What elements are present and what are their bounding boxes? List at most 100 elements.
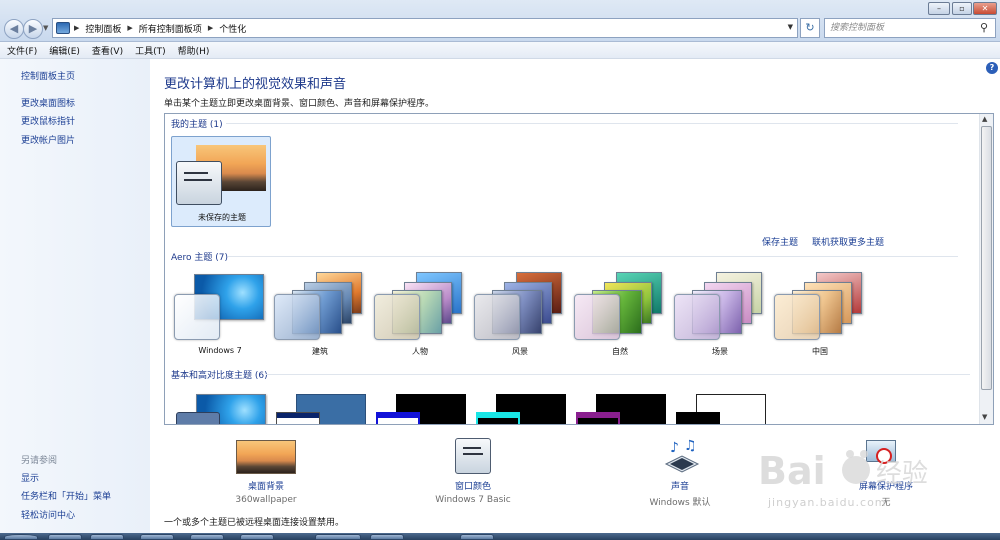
theme-high-contrast-1[interactable] (374, 392, 468, 424)
wallpaper-thumbnail-icon (236, 440, 296, 474)
taskbar-item[interactable] (240, 534, 274, 540)
svg-text:♫: ♫ (684, 438, 697, 454)
scroll-down-icon[interactable]: ▼ (982, 413, 987, 421)
theme-preview-window (374, 294, 420, 340)
save-theme-link[interactable]: 保存主题 (762, 235, 798, 248)
theme-label: 自然 (612, 347, 628, 356)
divider (228, 256, 958, 257)
start-button[interactable] (4, 534, 38, 540)
breadcrumb-personalization[interactable]: 个性化 (219, 22, 246, 35)
page-description: 单击某个主题立即更改桌面背景、窗口颜色、声音和屏幕保护程序。 (164, 99, 435, 109)
breadcrumb-control-panel[interactable]: 控制面板 (85, 22, 121, 35)
taskbar-item[interactable] (140, 534, 174, 540)
change-desktop-icons-link[interactable]: 更改桌面图标 (21, 96, 75, 109)
control-panel-home-link[interactable]: 控制面板主页 (21, 69, 75, 82)
desktop-background-value: 360wallpaper (235, 495, 297, 505)
window-color-button[interactable] (455, 438, 491, 474)
theme-unsaved[interactable]: 未保存的主题 (171, 136, 271, 227)
window-color-link[interactable]: 窗口颜色 (413, 479, 533, 492)
my-themes-header: 我的主题 (1) (171, 120, 223, 130)
theme-basic-windows7[interactable] (174, 392, 268, 424)
theme-high-contrast-2[interactable] (474, 392, 568, 424)
ease-of-access-link[interactable]: 轻松访问中心 (21, 508, 75, 521)
svg-text:♪: ♪ (670, 440, 679, 456)
display-link[interactable]: 显示 (21, 471, 39, 484)
left-pane (0, 59, 150, 540)
menu-help[interactable]: 帮助(H) (178, 44, 210, 57)
scroll-thumb[interactable] (981, 126, 992, 390)
theme-preview-window (574, 294, 620, 340)
get-more-themes-link[interactable]: 联机获取更多主题 (812, 235, 884, 248)
scroll-up-icon[interactable]: ▲ (982, 115, 987, 123)
see-also-heading: 另请参阅 (21, 456, 58, 466)
window-color-value: Windows 7 Basic (435, 495, 511, 505)
theme-characters[interactable]: 人物 (372, 272, 468, 358)
back-arrow-icon: ◀ (9, 22, 19, 35)
remote-desktop-notice: 一个或多个主题已被远程桌面连接设置禁用。 (164, 518, 345, 528)
taskbar-item[interactable] (90, 534, 124, 540)
theme-high-contrast-white[interactable] (674, 392, 768, 424)
taskbar-item[interactable] (190, 534, 224, 540)
menu-file[interactable]: 文件(F) (7, 44, 37, 57)
sounds-icon: ♪ ♫ (664, 438, 700, 473)
breadcrumb-separator-icon[interactable]: ▶ (127, 24, 132, 32)
theme-nature[interactable]: 自然 (572, 272, 668, 358)
theme-preview-window (274, 294, 320, 340)
taskbar (0, 533, 1000, 540)
search-input[interactable] (824, 18, 996, 38)
close-button[interactable]: ✕ (973, 2, 997, 15)
sounds-button[interactable]: ♪ ♫ (662, 438, 700, 476)
menu-tools[interactable]: 工具(T) (135, 44, 166, 57)
baidu-watermark-logo: Bai 经验 (758, 449, 928, 493)
sounds-link[interactable]: 声音 (620, 479, 740, 492)
menu-edit[interactable]: 编辑(E) (49, 44, 80, 57)
theme-preview-window (774, 294, 820, 340)
aero-themes-header: Aero 主题 (7) (171, 253, 229, 263)
maximize-button[interactable]: ▫ (952, 2, 972, 15)
desktop-background-button[interactable] (236, 440, 296, 474)
taskbar-item[interactable] (315, 534, 361, 540)
theme-high-contrast-black[interactable] (574, 392, 668, 424)
taskbar-item[interactable] (460, 534, 494, 540)
basic-themes-header: 基本和高对比度主题 (6) (171, 371, 268, 381)
theme-landscapes[interactable]: 风景 (472, 272, 568, 358)
theme-scenes[interactable]: 场景 (672, 272, 768, 358)
theme-architecture[interactable]: 建筑 (272, 272, 368, 358)
minimize-button[interactable]: – (928, 2, 950, 15)
address-bar[interactable]: ▶ 控制面板 ▶ 所有控制面板项 ▶ 个性化 ▼ (52, 18, 798, 38)
breadcrumb-separator-icon[interactable]: ▶ (74, 24, 79, 32)
taskbar-item[interactable] (48, 534, 82, 540)
address-dropdown-icon[interactable]: ▼ (788, 23, 793, 31)
theme-windows7[interactable]: Windows 7 (172, 272, 268, 358)
desktop-background-link[interactable]: 桌面背景 (206, 479, 326, 492)
window-color-icon (455, 438, 491, 474)
breadcrumb-separator-icon[interactable]: ▶ (208, 24, 213, 32)
help-icon[interactable]: ? (986, 62, 998, 74)
sounds-value: Windows 默认 (649, 498, 711, 508)
theme-gallery-scrollbar[interactable]: ▲ ▼ (979, 114, 993, 424)
page-title: 更改计算机上的视觉效果和声音 (164, 77, 347, 92)
theme-label: Windows 7 (198, 346, 242, 355)
recent-pages-chevron-icon[interactable]: ▼ (43, 24, 48, 32)
theme-basic-classic[interactable] (274, 392, 368, 424)
refresh-button[interactable]: ↻ (800, 18, 820, 38)
search-icon[interactable]: ⚲ (980, 21, 988, 34)
change-account-picture-link[interactable]: 更改帐户图片 (21, 133, 75, 146)
control-panel-icon (56, 22, 70, 34)
theme-preview-window (176, 161, 222, 205)
taskbar-item[interactable] (370, 534, 404, 540)
breadcrumb-all-items[interactable]: 所有控制面板项 (139, 22, 202, 35)
change-mouse-pointers-link[interactable]: 更改鼠标指针 (21, 114, 75, 127)
theme-label: 中国 (812, 347, 828, 356)
theme-label: 场景 (712, 347, 728, 356)
menu-bar: 文件(F) 编辑(E) 查看(V) 工具(T) 帮助(H) (0, 42, 1000, 59)
divider (226, 123, 958, 124)
back-button[interactable]: ◀ (4, 19, 24, 39)
menu-view[interactable]: 查看(V) (92, 44, 123, 57)
theme-preview-window (474, 294, 520, 340)
svg-text:经验: 经验 (876, 459, 928, 489)
taskbar-start-menu-link[interactable]: 任务栏和「开始」菜单 (21, 489, 111, 502)
svg-text:Bai: Bai (758, 449, 826, 493)
theme-china[interactable]: 中国 (772, 272, 868, 358)
forward-button[interactable]: ▶ (23, 19, 43, 39)
